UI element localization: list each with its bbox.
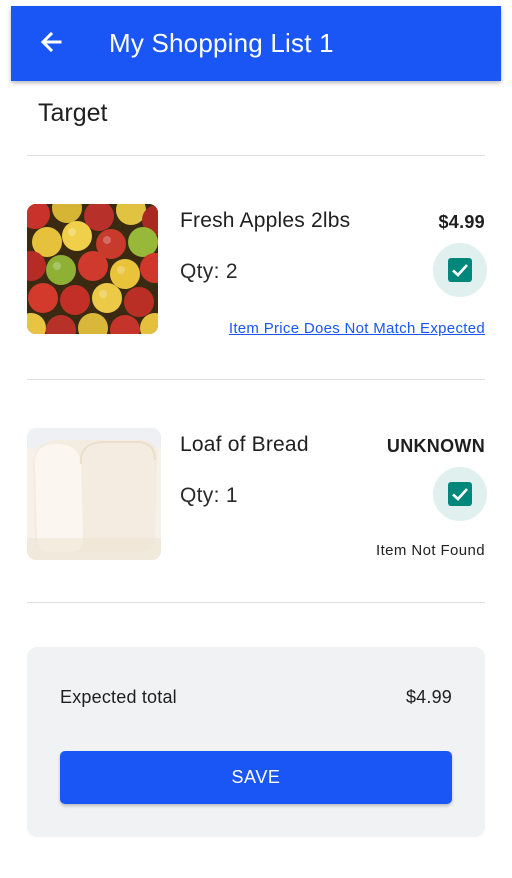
apples-image xyxy=(27,204,158,334)
item-quantity: Qty: 1 xyxy=(180,484,238,507)
bread-image xyxy=(27,428,161,560)
divider xyxy=(27,379,485,380)
divider xyxy=(27,602,485,603)
checkbox-checked xyxy=(448,258,472,282)
app-bar: My Shopping List 1 xyxy=(11,6,501,81)
price-mismatch-link[interactable]: Item Price Does Not Match Expected xyxy=(229,319,485,339)
list-item: Fresh Apples 2lbs $4.99 Qty: 2 Item Pric… xyxy=(0,204,512,344)
save-button[interactable]: SAVE xyxy=(60,751,452,804)
divider xyxy=(27,155,485,156)
item-price: UNKNOWN xyxy=(386,436,485,456)
item-name: Fresh Apples 2lbs xyxy=(180,209,351,232)
expected-total-value: $4.99 xyxy=(405,687,452,707)
item-checkbox[interactable] xyxy=(433,243,487,297)
page-title: My Shopping List 1 xyxy=(109,28,334,58)
summary-card: Expected total $4.99 SAVE xyxy=(27,647,485,837)
list-item: Loaf of Bread UNKNOWN Qty: 1 Item Not Fo… xyxy=(0,428,512,568)
arrow-left-icon xyxy=(40,31,62,53)
item-quantity: Qty: 2 xyxy=(180,260,238,283)
item-name: Loaf of Bread xyxy=(180,433,309,456)
item-price: $4.99 xyxy=(438,212,485,232)
checkmark-icon xyxy=(452,264,468,277)
item-checkbox[interactable] xyxy=(433,467,487,521)
back-button[interactable] xyxy=(35,26,67,58)
checkbox-checked xyxy=(448,482,472,506)
checkmark-icon xyxy=(452,488,468,501)
item-status: Item Not Found xyxy=(376,542,485,559)
expected-total-label: Expected total xyxy=(60,687,177,707)
store-name: Target xyxy=(38,99,108,127)
